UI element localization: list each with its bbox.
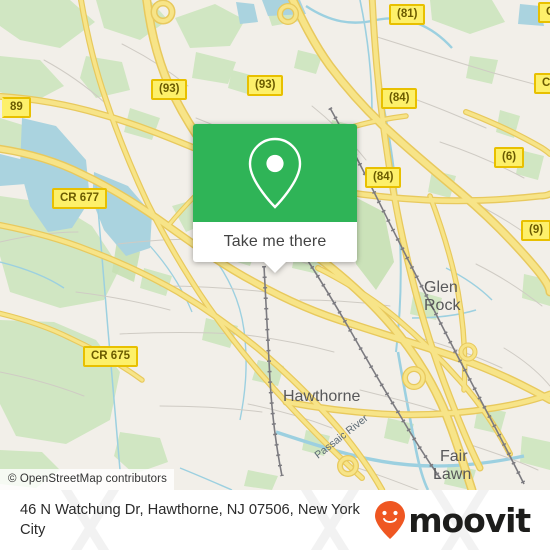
road-shield: (81) <box>389 4 426 25</box>
road-shield: CR 677 <box>52 188 107 209</box>
road-shield: CR 675 <box>83 346 138 367</box>
road-shield: C <box>534 73 550 94</box>
take-me-there-popup[interactable]: Take me there <box>193 124 357 273</box>
address-footer-bar: 46 N Watchung Dr, Hawthorne, NJ 07506, N… <box>0 490 550 550</box>
moovit-map-screenshot: .land { fill:#f2efe9; } .park { fill:#cf… <box>0 0 550 550</box>
popup-marker-panel <box>193 124 357 222</box>
road-shield: (93) <box>151 79 188 100</box>
map-pin-icon <box>248 137 302 209</box>
moovit-wordmark: moovit <box>408 500 531 540</box>
road-shield: (93) <box>247 75 284 96</box>
road-shield: C <box>538 2 550 23</box>
road-shield: (9) <box>521 220 550 241</box>
openstreetmap-attribution: © OpenStreetMap contributors <box>0 469 174 490</box>
moovit-logo[interactable]: moovit <box>374 500 531 540</box>
road-shield: (84) <box>365 167 402 188</box>
address-label: 46 N Watchung Dr, Hawthorne, NJ 07506, N… <box>20 502 360 538</box>
road-shield: (84) <box>381 88 418 109</box>
popup-pointer-tail <box>263 261 287 273</box>
take-me-there-label: Take me there <box>223 233 327 250</box>
road-shield: (6) <box>494 147 525 168</box>
popup-action-bar[interactable]: Take me there <box>193 222 357 273</box>
moovit-pin-icon <box>375 501 406 539</box>
road-shield: 89 <box>2 97 31 118</box>
